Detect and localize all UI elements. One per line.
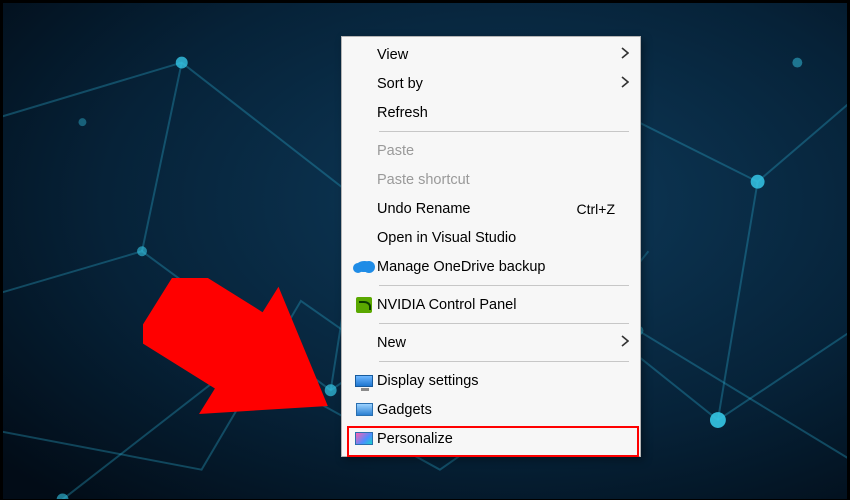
menu-item-label: Manage OneDrive backup bbox=[377, 259, 615, 275]
menu-item-label: Personalize bbox=[377, 431, 615, 447]
menu-item-personalize[interactable]: Personalize bbox=[343, 424, 639, 453]
menu-item-label: View bbox=[377, 47, 615, 63]
menu-item-paste-shortcut: Paste shortcut bbox=[343, 165, 639, 194]
menu-item-icon-slot bbox=[351, 297, 377, 313]
menu-item-label: Open in Visual Studio bbox=[377, 230, 615, 246]
personalize-icon bbox=[355, 432, 373, 445]
menu-item-icon-slot bbox=[351, 375, 377, 387]
menu-item-label: Undo Rename bbox=[377, 201, 577, 217]
menu-item-label: Display settings bbox=[377, 373, 615, 389]
menu-item-display-settings[interactable]: Display settings bbox=[343, 366, 639, 395]
menu-separator bbox=[379, 131, 629, 132]
menu-item-refresh[interactable]: Refresh bbox=[343, 98, 639, 127]
menu-item-icon-slot bbox=[351, 432, 377, 445]
menu-item-label: New bbox=[377, 335, 615, 351]
menu-item-icon-slot bbox=[351, 261, 377, 272]
menu-separator bbox=[379, 285, 629, 286]
menu-item-label: Paste shortcut bbox=[377, 172, 615, 188]
menu-separator bbox=[379, 323, 629, 324]
chevron-right-icon bbox=[615, 47, 629, 63]
menu-item-gadgets[interactable]: Gadgets bbox=[343, 395, 639, 424]
menu-item-view[interactable]: View bbox=[343, 40, 639, 69]
menu-item-label: Sort by bbox=[377, 76, 615, 92]
menu-item-label: Refresh bbox=[377, 105, 615, 121]
menu-separator bbox=[379, 361, 629, 362]
chevron-right-icon bbox=[615, 335, 629, 351]
menu-item-onedrive[interactable]: Manage OneDrive backup bbox=[343, 252, 639, 281]
desktop-context-menu[interactable]: View Sort by Refresh Paste Paste shortcut Und… bbox=[341, 36, 641, 457]
menu-item-label: Gadgets bbox=[377, 402, 615, 418]
monitor-icon bbox=[355, 375, 373, 387]
menu-item-nvidia[interactable]: NVIDIA Control Panel bbox=[343, 290, 639, 319]
menu-item-sort-by[interactable]: Sort by bbox=[343, 69, 639, 98]
menu-item-new[interactable]: New bbox=[343, 328, 639, 357]
gadgets-icon bbox=[356, 403, 373, 416]
nvidia-icon bbox=[356, 297, 372, 313]
menu-item-label: NVIDIA Control Panel bbox=[377, 297, 615, 313]
menu-item-icon-slot bbox=[351, 403, 377, 416]
menu-item-undo-rename[interactable]: Undo RenameCtrl+Z bbox=[343, 194, 639, 223]
menu-item-open-vs[interactable]: Open in Visual Studio bbox=[343, 223, 639, 252]
menu-item-shortcut: Ctrl+Z bbox=[577, 201, 616, 217]
menu-item-paste: Paste bbox=[343, 136, 639, 165]
chevron-right-icon bbox=[615, 76, 629, 92]
onedrive-cloud-icon bbox=[356, 261, 373, 272]
menu-item-label: Paste bbox=[377, 143, 615, 159]
